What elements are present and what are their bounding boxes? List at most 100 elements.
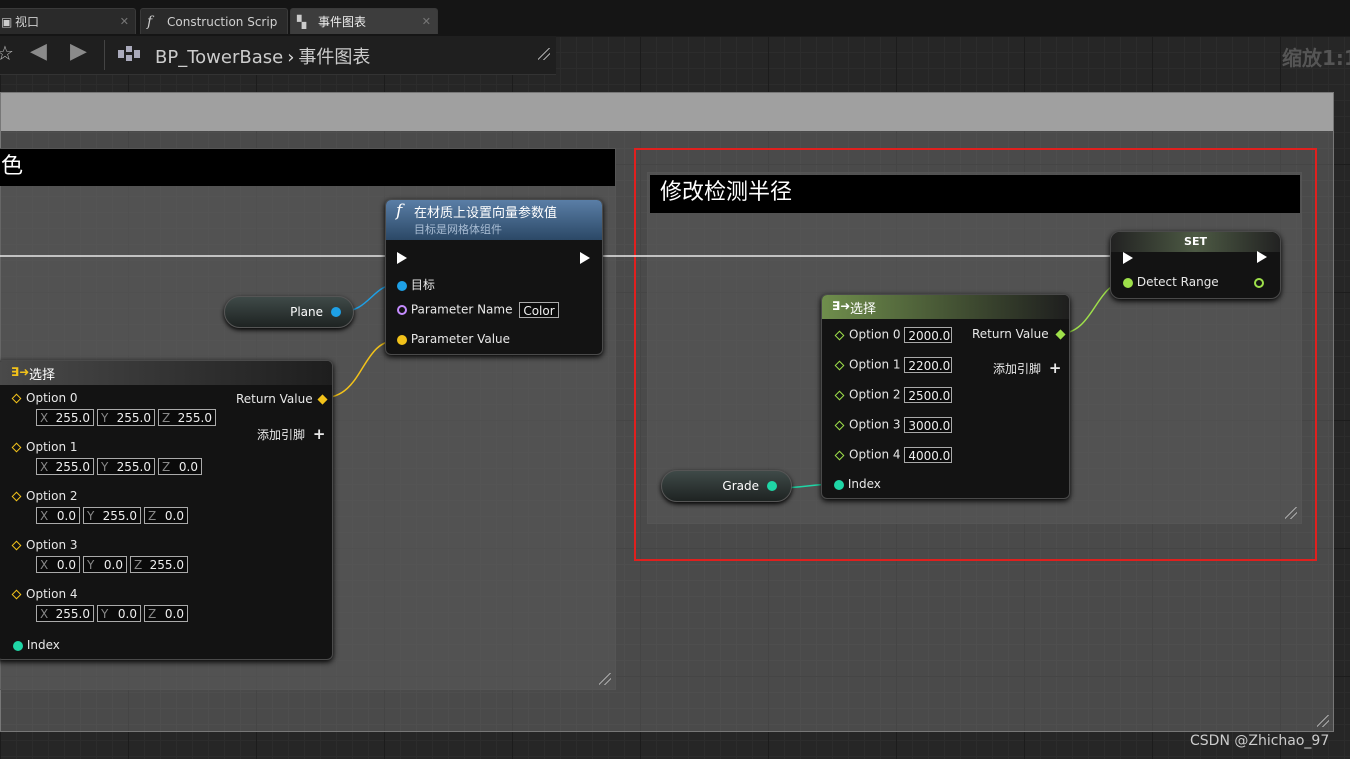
option-value-input[interactable]: 3000.0 (904, 417, 953, 433)
option-pin-3[interactable]: Option 3 (11, 538, 78, 552)
node-header[interactable]: ∃➜ 选择 (822, 295, 1069, 319)
plus-icon: + (312, 425, 326, 443)
variable-label: Grade (722, 479, 759, 493)
x-field[interactable]: X 255.0 (36, 409, 94, 426)
option-pin-4[interactable]: Option 4 (11, 587, 78, 601)
parameter-name-pin[interactable]: Parameter Name Color (397, 302, 559, 318)
set-variable-node[interactable]: SET Detect Range (1110, 231, 1281, 299)
index-pin[interactable]: Index (13, 638, 60, 652)
option-pin-3[interactable]: Option 3 3000.0 (834, 417, 953, 433)
y-field[interactable]: Y 255.0 (97, 409, 155, 426)
option-pin-4[interactable]: Option 4 4000.0 (834, 447, 953, 463)
pin-label: Option 4 (26, 587, 78, 601)
select-icon: ∃➜ (11, 365, 30, 379)
z-field[interactable]: Z 255.0 (130, 556, 188, 573)
set-vector-parameter-node[interactable]: f 在材质上设置向量参数值 目标是网格体组件 目标 Parameter Name… (385, 199, 603, 355)
output-pin[interactable] (767, 481, 777, 491)
option-pin-0[interactable]: Option 0 2000.0 (834, 327, 953, 343)
field-value: 255.0 (102, 509, 137, 523)
pin-label: Return Value (236, 392, 313, 406)
index-pin[interactable]: Index (834, 477, 881, 491)
field-value: 0.0 (117, 607, 137, 621)
detect-range-input-pin[interactable]: Detect Range (1123, 275, 1219, 289)
return-value-pin[interactable]: Return Value (236, 392, 328, 406)
axis-label: X (40, 460, 49, 474)
y-field[interactable]: Y 255.0 (83, 507, 141, 524)
field-value: 0.0 (56, 558, 76, 572)
axis-label: X (40, 411, 49, 425)
pin-label: Option 0 (849, 327, 901, 342)
pin-label: Option 2 (849, 387, 901, 402)
option-pin-2[interactable]: Option 2 2500.0 (834, 387, 953, 403)
vector-input: X 255.0 Y 0.0 Z 0.0 (36, 605, 191, 622)
field-value: 255.0 (149, 558, 184, 572)
field-value: 0.0 (164, 607, 184, 621)
node-title[interactable]: SET (1111, 232, 1280, 252)
x-field[interactable]: X 255.0 (36, 605, 94, 622)
field-value: 255.0 (55, 411, 90, 425)
function-icon: f (396, 201, 403, 221)
select-icon: ∃➜ (832, 299, 851, 313)
option-value-input[interactable]: 2500.0 (904, 387, 953, 403)
option-pin-0[interactable]: Option 0 (11, 391, 78, 405)
y-field[interactable]: Y 0.0 (83, 556, 127, 573)
node-header[interactable]: f 在材质上设置向量参数值 目标是网格体组件 (386, 200, 602, 240)
detect-range-output-pin[interactable] (1254, 275, 1264, 289)
pin-label: Index (26, 638, 60, 652)
exec-in-pin[interactable] (1123, 250, 1133, 264)
axis-label: Y (101, 460, 109, 474)
option-pin-1[interactable]: Option 1 2200.0 (834, 357, 953, 373)
plane-variable-node[interactable]: Plane (224, 296, 354, 328)
field-value: 0.0 (103, 558, 123, 572)
option-value-input[interactable]: 2200.0 (904, 357, 953, 373)
field-value: 0.0 (56, 509, 76, 523)
vector-input: X 255.0 Y 255.0 Z 0.0 (36, 458, 205, 475)
field-value: 255.0 (55, 607, 90, 621)
axis-label: Y (101, 411, 109, 425)
parameter-value-pin[interactable]: Parameter Value (397, 332, 510, 346)
exec-in-pin[interactable] (397, 250, 407, 264)
axis-label: Y (87, 509, 95, 523)
z-field[interactable]: Z 0.0 (144, 507, 188, 524)
z-field[interactable]: Z 0.0 (158, 458, 202, 475)
z-field[interactable]: Z 0.0 (144, 605, 188, 622)
node-header[interactable]: ∃➜ 选择 (0, 361, 332, 385)
node-title: 在材质上设置向量参数值 (414, 206, 558, 221)
pin-label: 添加引脚 (993, 362, 1042, 376)
node-title: 选择 (29, 368, 56, 383)
pin-label: Parameter Name (410, 302, 513, 317)
axis-label: X (40, 607, 49, 621)
option-value-input[interactable]: 4000.0 (904, 447, 953, 463)
field-value: 255.0 (116, 460, 151, 474)
option-pin-1[interactable]: Option 1 (11, 440, 78, 454)
y-field[interactable]: Y 0.0 (97, 605, 141, 622)
z-field[interactable]: Z 255.0 (158, 409, 216, 426)
add-pin-button[interactable]: 添加引脚 + (257, 425, 325, 443)
pin-label: 目标 (410, 278, 435, 292)
field-value: 0.0 (178, 460, 198, 474)
axis-label: Y (87, 558, 95, 572)
field-value: 255.0 (55, 460, 90, 474)
exec-out-pin[interactable] (580, 250, 590, 264)
x-field[interactable]: X 255.0 (36, 458, 94, 475)
x-field[interactable]: X 0.0 (36, 507, 80, 524)
pin-label: Option 1 (26, 440, 78, 454)
axis-label: Z (148, 607, 157, 621)
parameter-name-input[interactable]: Color (519, 302, 559, 318)
add-pin-button[interactable]: 添加引脚 + (993, 359, 1061, 377)
output-pin[interactable] (331, 307, 341, 317)
axis-label: Z (162, 460, 171, 474)
grade-variable-node[interactable]: Grade (661, 470, 792, 502)
target-pin[interactable]: 目标 (397, 276, 435, 293)
watermark: CSDN @Zhichao_97 (1190, 733, 1330, 749)
select-float-node[interactable]: ∃➜ 选择 Return Value 添加引脚 + Option 0 2000.… (821, 294, 1070, 499)
exec-out-pin[interactable] (1257, 249, 1267, 263)
option-value-input[interactable]: 2000.0 (904, 327, 953, 343)
return-value-pin[interactable]: Return Value (972, 327, 1066, 341)
y-field[interactable]: Y 255.0 (97, 458, 155, 475)
axis-label: Z (134, 558, 143, 572)
option-pin-2[interactable]: Option 2 (11, 489, 78, 503)
select-vector-node[interactable]: ∃➜ 选择 Return Value 添加引脚 + Option 0 X 255.0… (0, 360, 333, 660)
axis-label: Y (101, 607, 109, 621)
x-field[interactable]: X 0.0 (36, 556, 80, 573)
